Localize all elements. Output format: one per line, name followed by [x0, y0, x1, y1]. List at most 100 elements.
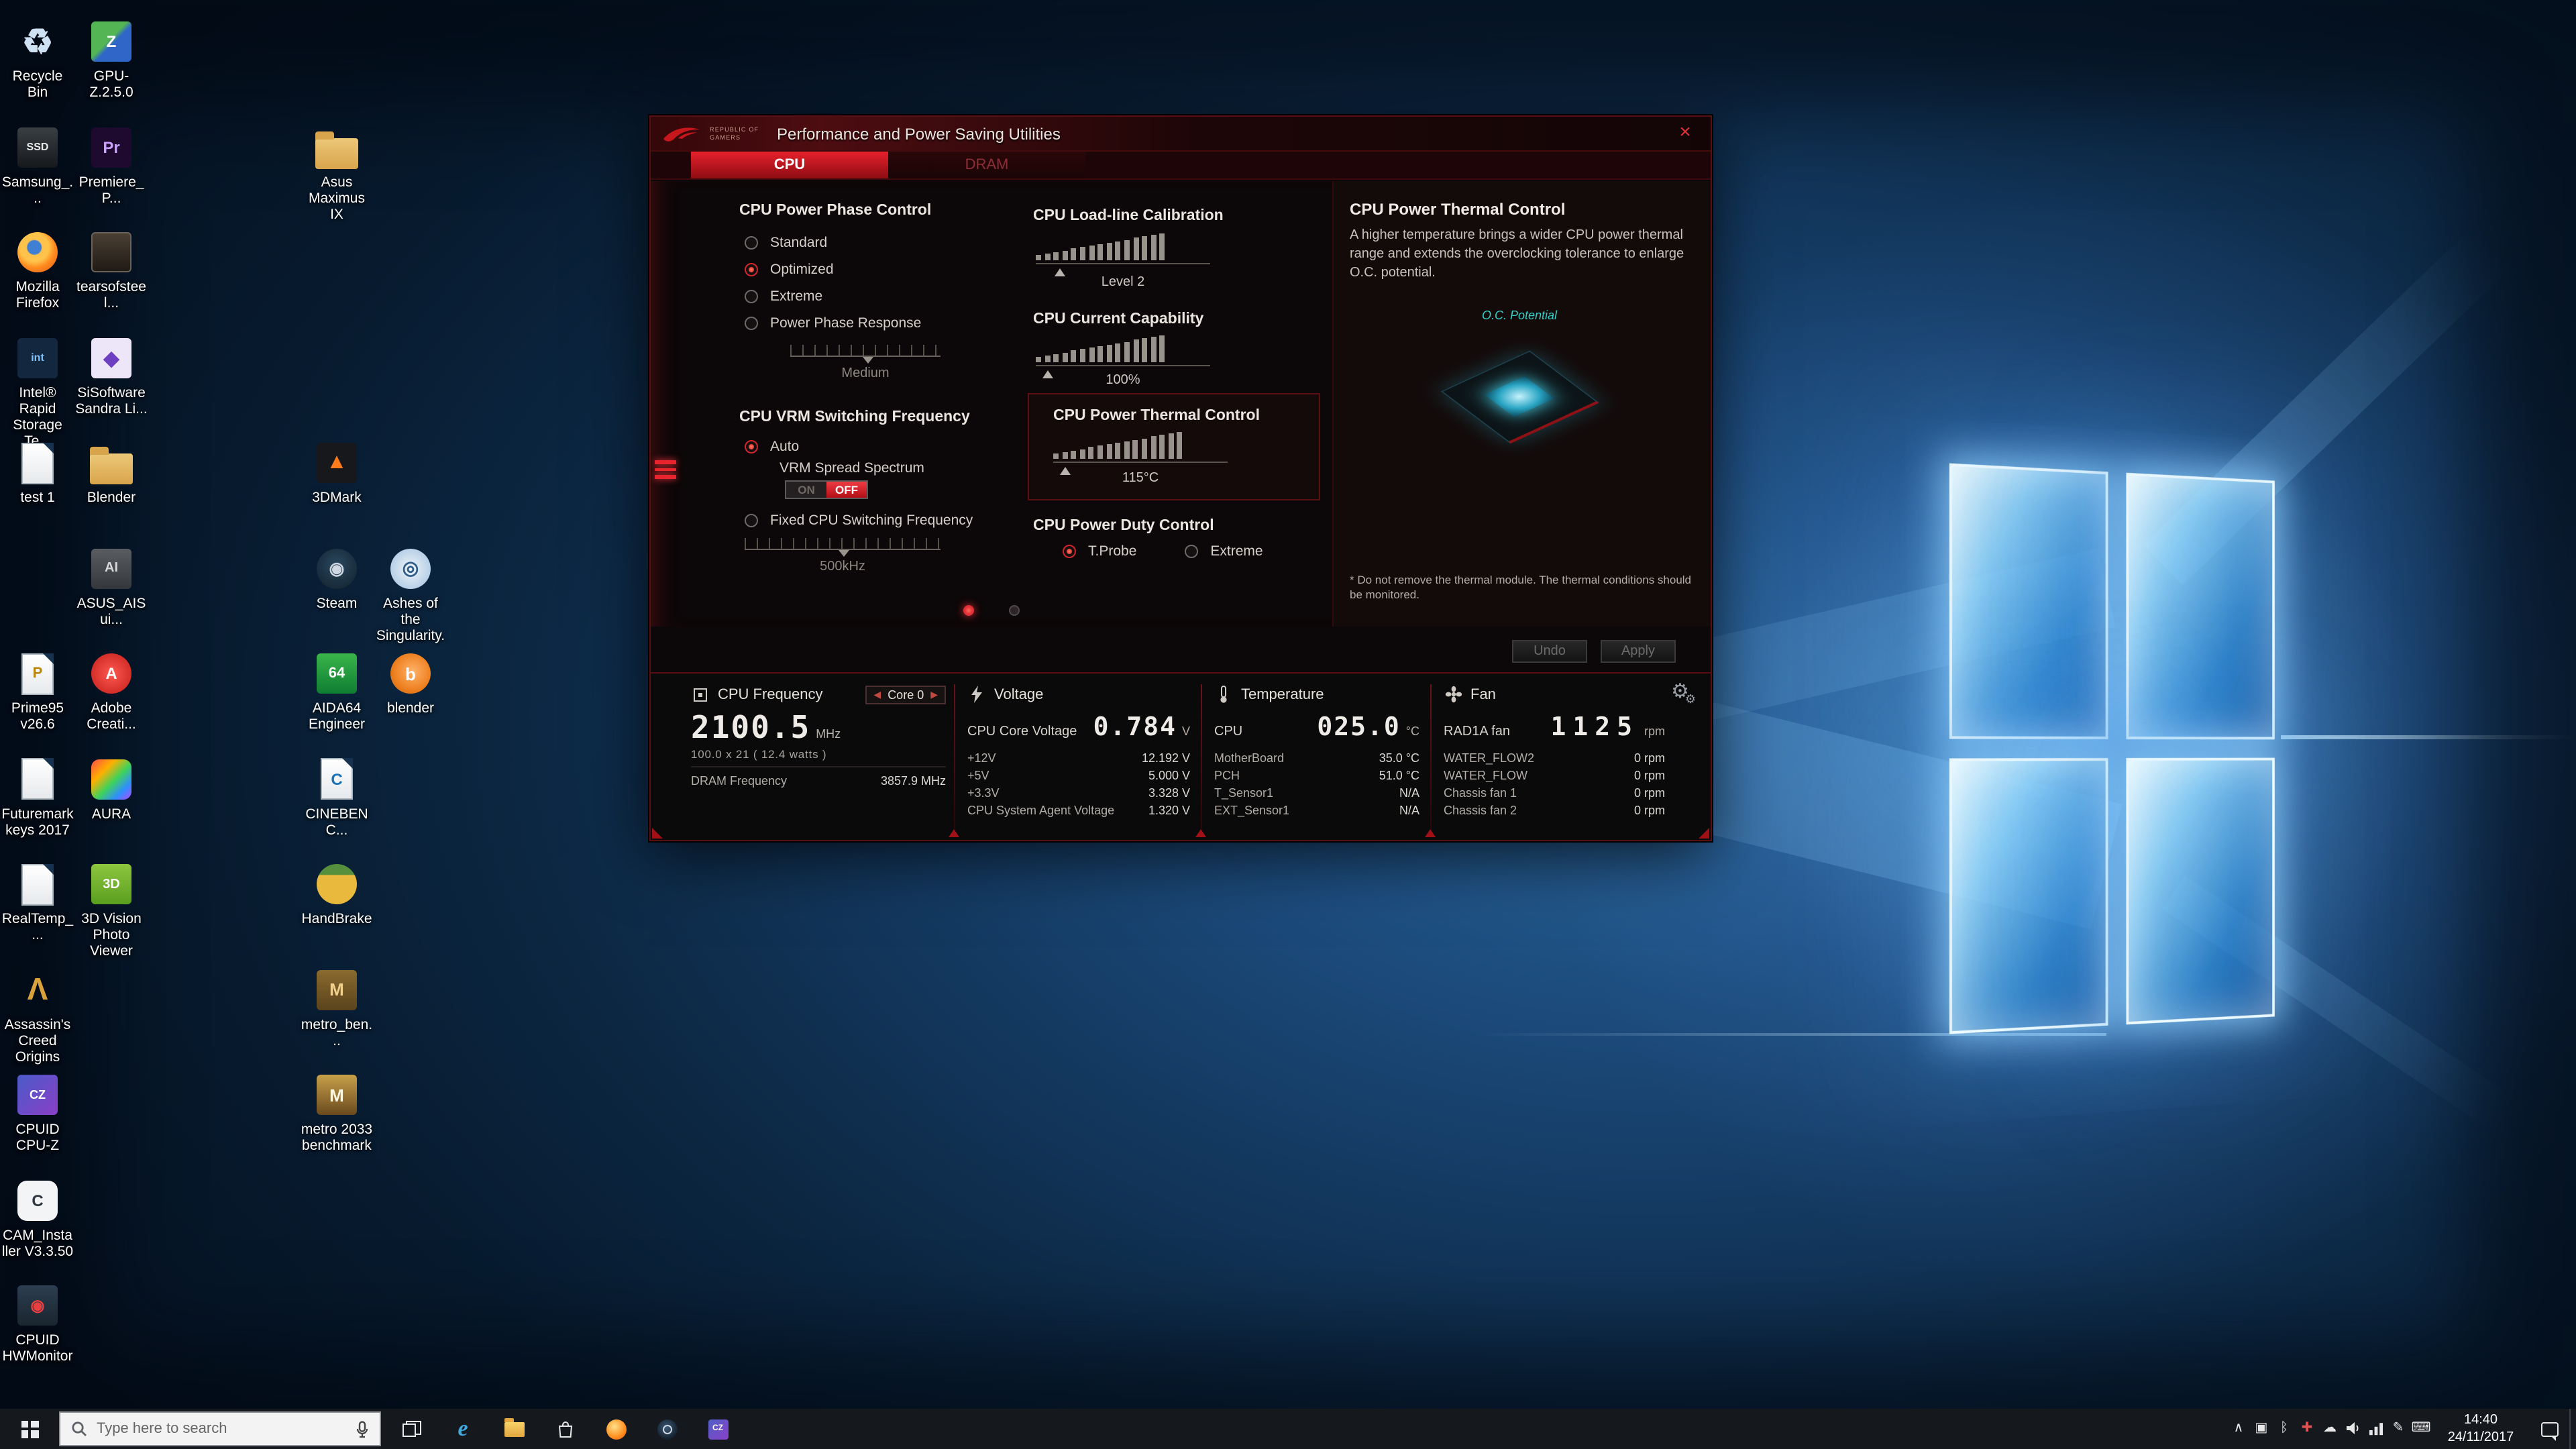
power-phase-response-slider[interactable]: Medium [790, 345, 941, 381]
desktop-icon-samsung-ssd[interactable]: SSDSamsung_... [1, 124, 74, 206]
action-center-button[interactable] [2529, 1409, 2569, 1449]
taskbar-app-task-view[interactable] [386, 1409, 437, 1449]
current-capability-slider[interactable] [1036, 334, 1210, 366]
core-next-button[interactable]: ▶ [930, 689, 938, 700]
desktop-icon-label: Premiere_P... [75, 174, 148, 206]
notification-icon [2540, 1421, 2558, 1436]
desktop-icon-ac-origins[interactable]: ΛAssassin's Creed Origins [1, 967, 74, 1065]
desktop-icon-recycle-bin[interactable]: ♻Recycle Bin [1, 19, 74, 101]
close-button[interactable]: × [1673, 121, 1697, 144]
radio-t-probe[interactable]: T.Probe [1063, 538, 1136, 565]
tray-keyboard-icon[interactable]: ⌨ [2410, 1409, 2432, 1449]
desktop-icon-blender-folder[interactable]: Blender [75, 440, 148, 506]
desktop-icon-tearsofsteel[interactable]: tearsofsteel... [75, 229, 148, 311]
desktop-icon-aida64[interactable]: 64AIDA64 Engineer [301, 651, 373, 733]
desktop-icon-metro-folder[interactable]: Mmetro_ben... [301, 967, 373, 1049]
desktop-icon-adobe-cc[interactable]: AAdobe Creati... [75, 651, 148, 733]
taskbar-app-store[interactable] [539, 1409, 590, 1449]
desktop-icon-cpuz[interactable]: CZCPUID CPU-Z [1, 1072, 74, 1154]
desktop-icon-cinebench-doc[interactable]: CCINEBENC... [301, 756, 373, 838]
page-dot-1[interactable] [963, 605, 974, 616]
desktop-icon-metro2033[interactable]: Mmetro 2033 benchmark [301, 1072, 373, 1154]
taskbar-app-edge[interactable]: e [437, 1409, 488, 1449]
slider-track[interactable] [790, 345, 941, 357]
desktop-icon-sandra[interactable]: ◆SiSoftware Sandra Li... [75, 335, 148, 417]
frequency-rows: DRAM Frequency3857.9 MHz [691, 766, 946, 789]
desktop-icon-3dmark[interactable]: ▲3DMark [301, 440, 373, 506]
desktop-icon-test1-doc[interactable]: test 1 [1, 440, 74, 506]
radio-auto[interactable]: Auto [745, 433, 799, 460]
clock-date: 24/11/2017 [2439, 1429, 2522, 1446]
microphone-icon[interactable] [356, 1420, 369, 1438]
desktop-icon-prime95-doc[interactable]: PPrime95 v26.6 [1, 651, 74, 733]
sandra-icon: ◆ [89, 335, 134, 380]
desktop-icon-intel-rst[interactable]: intIntel® Rapid Storage Te... [1, 335, 74, 449]
show-desktop-button[interactable] [2569, 1409, 2576, 1449]
toggle-on[interactable]: ON [786, 482, 826, 498]
menu-hamburger-icon[interactable] [655, 456, 676, 482]
desktop-icon-cam[interactable]: CCAM_Installer V3.3.50 [1, 1177, 74, 1259]
page-dot-2[interactable] [1009, 605, 1020, 616]
tray-bluetooth-icon[interactable]: ᛒ [2273, 1409, 2296, 1449]
taskbar-clock[interactable]: 14:40 24/11/2017 [2439, 1411, 2522, 1446]
window-titlebar[interactable]: REPUBLIC OF GAMERS Performance and Power… [651, 117, 1711, 152]
tray-pen-icon[interactable]: ✎ [2387, 1409, 2410, 1449]
llc-slider[interactable] [1036, 232, 1210, 264]
taskbar-app-steam[interactable] [641, 1409, 692, 1449]
desktop-icon-steam[interactable]: ◉Steam [301, 545, 373, 611]
tray-volume-icon[interactable] [2341, 1409, 2364, 1449]
info-heading: CPU Power Thermal Control [1350, 200, 1689, 219]
desktop-icon-label: blender [374, 700, 447, 716]
tray-tray-app-icon[interactable]: ▣ [2250, 1409, 2273, 1449]
taskbar-app-firefox[interactable] [590, 1409, 641, 1449]
fixed-frequency-slider[interactable]: 500kHz [745, 538, 941, 574]
tab-cpu[interactable]: CPU [691, 152, 888, 178]
undo-button[interactable]: Undo [1512, 639, 1587, 662]
taskbar-search[interactable] [59, 1411, 381, 1446]
desktop-icon-asus-maximus-folder[interactable]: Asus Maximus IX [301, 124, 373, 222]
desktop-icon-hwmonitor[interactable]: ◉CPUID HWMonitor [1, 1283, 74, 1364]
radio-power-phase-response[interactable]: Power Phase Response [745, 310, 1013, 337]
pagination [651, 605, 1332, 616]
cam-icon: C [15, 1177, 60, 1223]
desktop-icon-handbrake[interactable]: HandBrake [301, 861, 373, 927]
desktop-icon-futuremark-doc[interactable]: Futuremark keys 2017 [1, 756, 74, 838]
metro2033-icon: M [314, 1072, 360, 1118]
monitor-row: +5V5.000 V [967, 766, 1190, 784]
core-prev-button[interactable]: ◀ [873, 689, 881, 700]
radio-standard[interactable]: Standard [745, 229, 1013, 256]
recycle-bin-icon: ♻ [15, 19, 60, 64]
desktop-icon-aura[interactable]: AURA [75, 756, 148, 822]
monitor-row: WATER_FLOW20 rpm [1444, 749, 1665, 766]
radio-fixed-cpu-switching-frequency[interactable]: Fixed CPU Switching Frequency [745, 507, 973, 534]
radio-extreme[interactable]: Extreme [1185, 538, 1263, 565]
tray-onedrive-icon[interactable]: ☁ [2318, 1409, 2341, 1449]
core-selector[interactable]: ◀ Core 0 ▶ [865, 685, 946, 704]
desktop-icon-firefox[interactable]: Mozilla Firefox [1, 229, 74, 311]
start-button[interactable] [0, 1409, 59, 1449]
taskbar-app-cpu-z[interactable]: CZ [692, 1409, 743, 1449]
slider-track[interactable] [745, 538, 941, 550]
tray-security-icon[interactable]: ✚ [2296, 1409, 2318, 1449]
desktop-icon-ashes[interactable]: ◎Ashes of the Singularity... [374, 545, 447, 660]
tray-network-icon[interactable] [2364, 1409, 2387, 1449]
vrm-spread-toggle[interactable]: ON OFF [785, 480, 868, 499]
desktop-icon-premiere[interactable]: PrPremiere_P... [75, 124, 148, 206]
radio-optimized[interactable]: Optimized [745, 256, 1013, 283]
monitor-settings-gear-icon[interactable]: ⚙⚙ [1671, 682, 1700, 702]
desktop-icon-aisuite[interactable]: AIASUS_AISui... [75, 545, 148, 627]
toggle-off[interactable]: OFF [826, 482, 867, 498]
tray-hidden-icons-icon[interactable]: ∧ [2227, 1409, 2250, 1449]
desktop-icon-blender-app[interactable]: bblender [374, 651, 447, 716]
apply-button[interactable]: Apply [1601, 639, 1676, 662]
desktop-icon-gpuz[interactable]: ZGPU-Z.2.5.0 [75, 19, 148, 101]
thermal-control-slider[interactable] [1053, 431, 1228, 463]
tab-dram[interactable]: DRAM [888, 152, 1085, 178]
radio-extreme[interactable]: Extreme [745, 283, 1013, 310]
desktop-icon-realtemp-doc[interactable]: RealTemp_... [1, 861, 74, 943]
desktop-icon-3dvision[interactable]: 3D3D Vision Photo Viewer [75, 861, 148, 959]
taskbar-app-file-explorer[interactable] [488, 1409, 539, 1449]
panel-title: Temperature [1241, 686, 1324, 702]
search-input[interactable] [97, 1421, 311, 1437]
monitor-row: DRAM Frequency3857.9 MHz [691, 771, 946, 789]
